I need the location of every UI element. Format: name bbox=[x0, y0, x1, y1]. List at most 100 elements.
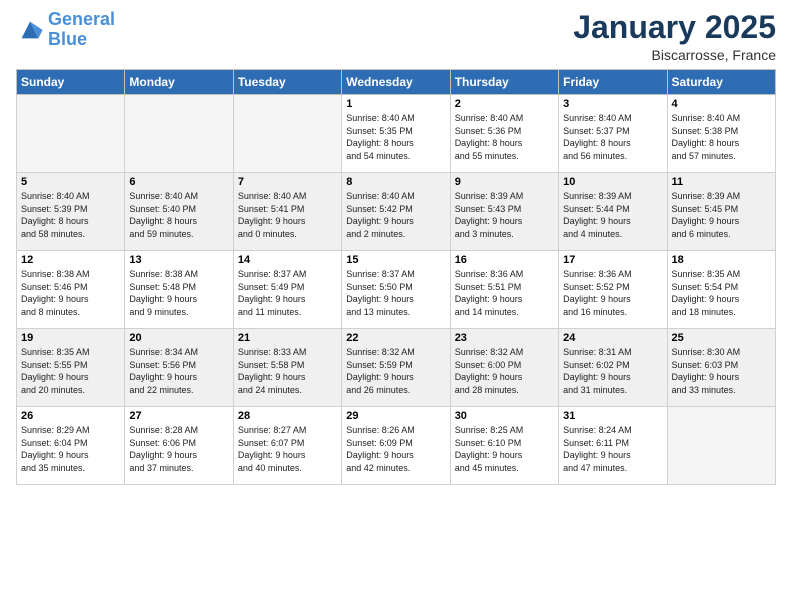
day-number: 24 bbox=[563, 332, 662, 344]
day-number: 21 bbox=[238, 332, 337, 344]
calendar-cell: 11 Sunrise: 8:39 AM Sunset: 5:45 PM Dayli… bbox=[667, 173, 775, 251]
day-number: 29 bbox=[346, 410, 445, 422]
day-info: Sunrise: 8:40 AM Sunset: 5:42 PM Dayligh… bbox=[346, 190, 445, 240]
day-info: Sunrise: 8:37 AM Sunset: 5:50 PM Dayligh… bbox=[346, 268, 445, 318]
day-info: Sunrise: 8:40 AM Sunset: 5:40 PM Dayligh… bbox=[129, 190, 228, 240]
logo: General Blue bbox=[16, 10, 115, 50]
logo-blue: Blue bbox=[48, 30, 115, 50]
day-number: 10 bbox=[563, 176, 662, 188]
day-info: Sunrise: 8:31 AM Sunset: 6:02 PM Dayligh… bbox=[563, 346, 662, 396]
col-tuesday: Tuesday bbox=[233, 70, 341, 95]
day-info: Sunrise: 8:24 AM Sunset: 6:11 PM Dayligh… bbox=[563, 424, 662, 474]
day-info: Sunrise: 8:32 AM Sunset: 5:59 PM Dayligh… bbox=[346, 346, 445, 396]
col-saturday: Saturday bbox=[667, 70, 775, 95]
calendar-cell: 24 Sunrise: 8:31 AM Sunset: 6:02 PM Dayli… bbox=[559, 329, 667, 407]
day-number: 16 bbox=[455, 254, 554, 266]
calendar-cell: 9 Sunrise: 8:39 AM Sunset: 5:43 PM Daylig… bbox=[450, 173, 558, 251]
day-number: 1 bbox=[346, 98, 445, 110]
title-block: January 2025 Biscarrosse, France bbox=[573, 10, 776, 63]
day-info: Sunrise: 8:40 AM Sunset: 5:35 PM Dayligh… bbox=[346, 112, 445, 162]
page-header: General Blue January 2025 Biscarrosse, F… bbox=[16, 10, 776, 63]
day-number: 23 bbox=[455, 332, 554, 344]
day-number: 6 bbox=[129, 176, 228, 188]
day-info: Sunrise: 8:27 AM Sunset: 6:07 PM Dayligh… bbox=[238, 424, 337, 474]
day-info: Sunrise: 8:37 AM Sunset: 5:49 PM Dayligh… bbox=[238, 268, 337, 318]
day-number: 14 bbox=[238, 254, 337, 266]
day-number: 25 bbox=[672, 332, 771, 344]
calendar-cell: 28 Sunrise: 8:27 AM Sunset: 6:07 PM Dayli… bbox=[233, 407, 341, 485]
day-number: 9 bbox=[455, 176, 554, 188]
day-number: 27 bbox=[129, 410, 228, 422]
calendar-cell: 4Sunrise: 8:40 AM Sunset: 5:38 PM Daylig… bbox=[667, 95, 775, 173]
calendar-header-row: Sunday Monday Tuesday Wednesday Thursday… bbox=[17, 70, 776, 95]
calendar-cell: 7 Sunrise: 8:40 AM Sunset: 5:41 PM Daylig… bbox=[233, 173, 341, 251]
calendar-week-row: 26 Sunrise: 8:29 AM Sunset: 6:04 PM Dayli… bbox=[17, 407, 776, 485]
col-sunday: Sunday bbox=[17, 70, 125, 95]
day-info: Sunrise: 8:36 AM Sunset: 5:52 PM Dayligh… bbox=[563, 268, 662, 318]
logo-text: General Blue bbox=[48, 10, 115, 50]
month-title: January 2025 bbox=[573, 10, 776, 45]
calendar-cell bbox=[17, 95, 125, 173]
day-number: 30 bbox=[455, 410, 554, 422]
col-thursday: Thursday bbox=[450, 70, 558, 95]
calendar-cell: 2 Sunrise: 8:40 AM Sunset: 5:36 PM Daylig… bbox=[450, 95, 558, 173]
day-number: 5 bbox=[21, 176, 120, 188]
day-info: Sunrise: 8:40 AM Sunset: 5:37 PM Dayligh… bbox=[563, 112, 662, 162]
calendar-cell: 22 Sunrise: 8:32 AM Sunset: 5:59 PM Dayli… bbox=[342, 329, 450, 407]
day-info: Sunrise: 8:35 AM Sunset: 5:54 PM Dayligh… bbox=[672, 268, 771, 318]
day-info: Sunrise: 8:39 AM Sunset: 5:43 PM Dayligh… bbox=[455, 190, 554, 240]
day-number: 7 bbox=[238, 176, 337, 188]
day-info: Sunrise: 8:39 AM Sunset: 5:45 PM Dayligh… bbox=[672, 190, 771, 240]
day-number: 13 bbox=[129, 254, 228, 266]
calendar-cell: 16 Sunrise: 8:36 AM Sunset: 5:51 PM Dayli… bbox=[450, 251, 558, 329]
col-friday: Friday bbox=[559, 70, 667, 95]
day-number: 15 bbox=[346, 254, 445, 266]
calendar-cell bbox=[233, 95, 341, 173]
day-info: Sunrise: 8:38 AM Sunset: 5:48 PM Dayligh… bbox=[129, 268, 228, 318]
day-number: 22 bbox=[346, 332, 445, 344]
day-info: Sunrise: 8:34 AM Sunset: 5:56 PM Dayligh… bbox=[129, 346, 228, 396]
calendar-cell: 30 Sunrise: 8:25 AM Sunset: 6:10 PM Dayli… bbox=[450, 407, 558, 485]
calendar-cell: 1 Sunrise: 8:40 AM Sunset: 5:35 PM Daylig… bbox=[342, 95, 450, 173]
calendar-cell: 14 Sunrise: 8:37 AM Sunset: 5:49 PM Dayli… bbox=[233, 251, 341, 329]
day-info: Sunrise: 8:29 AM Sunset: 6:04 PM Dayligh… bbox=[21, 424, 120, 474]
day-number: 8 bbox=[346, 176, 445, 188]
calendar-cell: 19Sunrise: 8:35 AM Sunset: 5:55 PM Dayli… bbox=[17, 329, 125, 407]
day-info: Sunrise: 8:26 AM Sunset: 6:09 PM Dayligh… bbox=[346, 424, 445, 474]
calendar-week-row: 5 Sunrise: 8:40 AM Sunset: 5:39 PM Daylig… bbox=[17, 173, 776, 251]
calendar-cell: 5 Sunrise: 8:40 AM Sunset: 5:39 PM Daylig… bbox=[17, 173, 125, 251]
day-info: Sunrise: 8:25 AM Sunset: 6:10 PM Dayligh… bbox=[455, 424, 554, 474]
day-number: 4 bbox=[672, 98, 771, 110]
calendar-table: Sunday Monday Tuesday Wednesday Thursday… bbox=[16, 69, 776, 485]
day-info: Sunrise: 8:32 AM Sunset: 6:00 PM Dayligh… bbox=[455, 346, 554, 396]
day-info: Sunrise: 8:39 AM Sunset: 5:44 PM Dayligh… bbox=[563, 190, 662, 240]
calendar-week-row: 12Sunrise: 8:38 AM Sunset: 5:46 PM Dayli… bbox=[17, 251, 776, 329]
day-info: Sunrise: 8:40 AM Sunset: 5:39 PM Dayligh… bbox=[21, 190, 120, 240]
day-number: 26 bbox=[21, 410, 120, 422]
day-number: 2 bbox=[455, 98, 554, 110]
page-container: General Blue January 2025 Biscarrosse, F… bbox=[0, 0, 792, 495]
day-number: 20 bbox=[129, 332, 228, 344]
day-number: 3 bbox=[563, 98, 662, 110]
calendar-cell: 13 Sunrise: 8:38 AM Sunset: 5:48 PM Dayli… bbox=[125, 251, 233, 329]
day-info: Sunrise: 8:30 AM Sunset: 6:03 PM Dayligh… bbox=[672, 346, 771, 396]
day-number: 28 bbox=[238, 410, 337, 422]
calendar-cell: 8 Sunrise: 8:40 AM Sunset: 5:42 PM Daylig… bbox=[342, 173, 450, 251]
day-info: Sunrise: 8:40 AM Sunset: 5:41 PM Dayligh… bbox=[238, 190, 337, 240]
calendar-cell: 10 Sunrise: 8:39 AM Sunset: 5:44 PM Dayli… bbox=[559, 173, 667, 251]
day-info: Sunrise: 8:33 AM Sunset: 5:58 PM Dayligh… bbox=[238, 346, 337, 396]
day-info: Sunrise: 8:40 AM Sunset: 5:36 PM Dayligh… bbox=[455, 112, 554, 162]
logo-general: General bbox=[48, 9, 115, 29]
day-number: 31 bbox=[563, 410, 662, 422]
day-info: Sunrise: 8:36 AM Sunset: 5:51 PM Dayligh… bbox=[455, 268, 554, 318]
calendar-cell bbox=[125, 95, 233, 173]
day-number: 12 bbox=[21, 254, 120, 266]
calendar-cell: 29 Sunrise: 8:26 AM Sunset: 6:09 PM Dayli… bbox=[342, 407, 450, 485]
col-monday: Monday bbox=[125, 70, 233, 95]
day-number: 18 bbox=[672, 254, 771, 266]
col-wednesday: Wednesday bbox=[342, 70, 450, 95]
logo-icon bbox=[16, 16, 44, 44]
calendar-cell: 3 Sunrise: 8:40 AM Sunset: 5:37 PM Daylig… bbox=[559, 95, 667, 173]
calendar-cell: 17Sunrise: 8:36 AM Sunset: 5:52 PM Dayli… bbox=[559, 251, 667, 329]
day-number: 11 bbox=[672, 176, 771, 188]
